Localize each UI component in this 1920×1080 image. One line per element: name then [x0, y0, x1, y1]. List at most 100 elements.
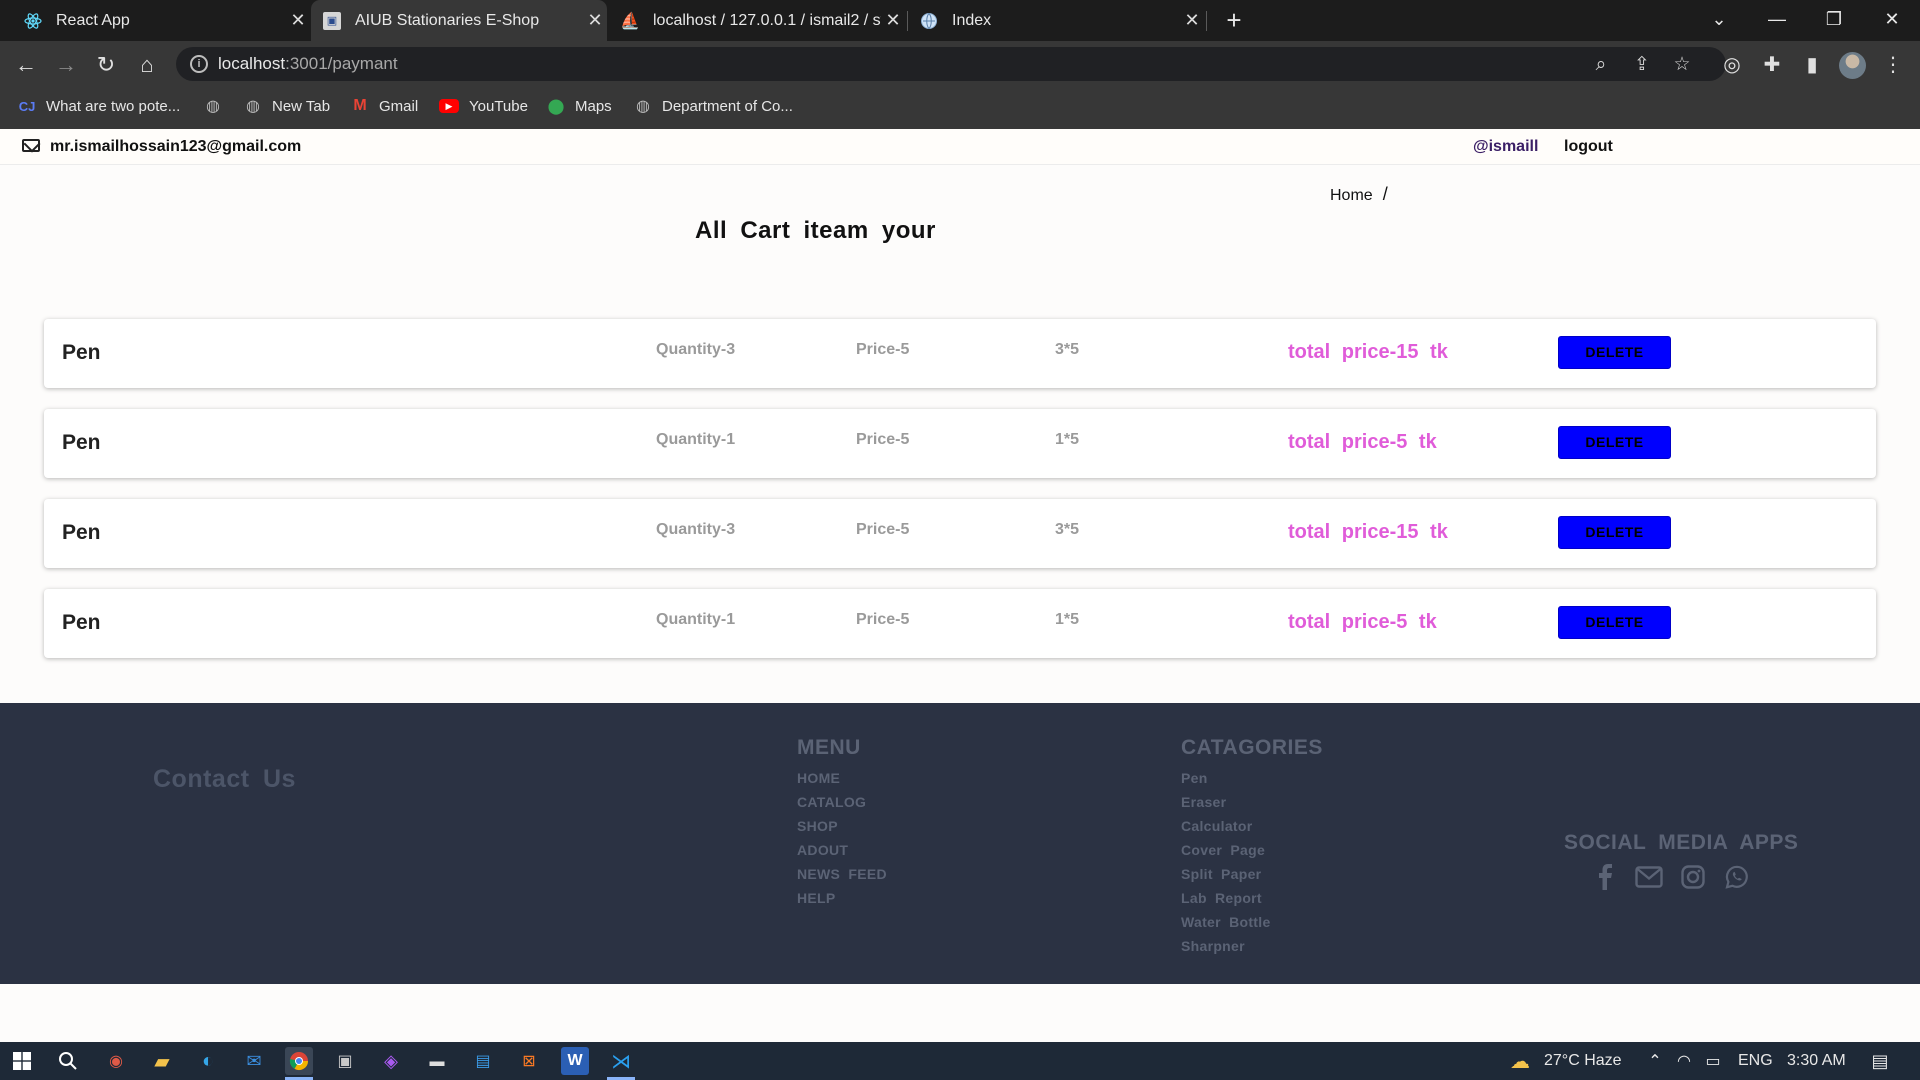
close-icon[interactable]: ✕: [286, 10, 310, 31]
globe-icon: [920, 12, 938, 30]
menu-item-catalog[interactable]: CATALOG: [797, 793, 887, 817]
window-close-icon[interactable]: ✕: [1864, 0, 1920, 41]
edge-icon[interactable]: ◐: [194, 1047, 222, 1075]
menu-item-home[interactable]: HOME: [797, 769, 887, 793]
menu-item-news-feed[interactable]: NEWS FEED: [797, 865, 887, 889]
tab-react-app[interactable]: React App ✕: [10, 0, 310, 41]
minimize-icon[interactable]: —: [1749, 0, 1805, 41]
category-item[interactable]: Calculator: [1181, 817, 1271, 841]
bookmark-item[interactable]: ◍: [204, 88, 232, 124]
delete-button[interactable]: DELETE: [1558, 516, 1671, 549]
bookmark-item[interactable]: CJ What are two pote...: [18, 88, 181, 124]
grammarly-icon[interactable]: ◎: [1716, 49, 1748, 81]
category-item[interactable]: Cover Page: [1181, 841, 1271, 865]
terminal-icon[interactable]: ▬: [423, 1047, 451, 1075]
reload-icon[interactable]: ↻: [90, 49, 122, 81]
messenger-icon[interactable]: ◈: [377, 1047, 405, 1075]
extensions-icon[interactable]: ✚: [1756, 49, 1788, 81]
item-quantity: Quantity-1: [656, 611, 736, 628]
logout-link[interactable]: logout: [1564, 138, 1613, 156]
weather-text[interactable]: 27°C Haze: [1544, 1052, 1622, 1070]
category-item[interactable]: Lab Report: [1181, 889, 1271, 913]
side-panel-icon[interactable]: ▮: [1796, 49, 1828, 81]
bookmark-item[interactable]: ⬤ Maps: [547, 88, 612, 124]
breadcrumb: Home /: [1330, 184, 1388, 205]
menu-item-about[interactable]: ADOUT: [797, 841, 887, 865]
game-launcher-icon[interactable]: ◉: [102, 1047, 130, 1075]
media-player-icon[interactable]: ▣: [331, 1047, 359, 1075]
cart-item: Pen Quantity-3 Price-5 3*5 total price-1…: [44, 319, 1876, 388]
search-icon[interactable]: [54, 1047, 82, 1075]
tab-title: localhost / 127.0.0.1 / ismail2 / sy: [653, 11, 881, 29]
forward-icon[interactable]: →: [50, 49, 82, 81]
social-icons: [1583, 862, 1759, 892]
battery-icon[interactable]: ▭: [1699, 1047, 1727, 1075]
profile-avatar[interactable]: [1839, 52, 1866, 79]
contact-email: mr.ismailhossain123@gmail.com: [50, 138, 302, 155]
bookmark-label: YouTube: [469, 97, 528, 115]
tab-search-icon[interactable]: ⌄: [1691, 0, 1747, 41]
address-bar[interactable]: i localhost:3001/paymant ⌕ ⇪ ☆: [176, 47, 1726, 81]
menu-item-shop[interactable]: SHOP: [797, 817, 887, 841]
windows-start-icon[interactable]: [8, 1047, 36, 1075]
category-item[interactable]: Eraser: [1181, 793, 1271, 817]
back-icon[interactable]: ←: [10, 49, 42, 81]
home-icon[interactable]: ⌂: [131, 49, 163, 81]
site-info-icon[interactable]: i: [190, 55, 208, 73]
item-formula: 3*5: [1055, 521, 1080, 538]
new-tab-button[interactable]: +: [1219, 6, 1249, 36]
instagram-icon[interactable]: [1671, 862, 1715, 892]
bookmark-item[interactable]: M Gmail: [351, 88, 418, 124]
menu-item-help[interactable]: HELP: [797, 889, 887, 913]
facebook-icon[interactable]: [1583, 862, 1627, 892]
url-host: localhost: [218, 54, 286, 73]
category-item[interactable]: Pen: [1181, 769, 1271, 793]
bookmark-item[interactable]: ◍ Department of Co...: [634, 88, 793, 124]
zoom-icon[interactable]: ⌕: [1588, 52, 1614, 78]
file-explorer-icon[interactable]: ▰: [148, 1047, 176, 1075]
envelope-icon[interactable]: [1627, 862, 1671, 892]
share-icon[interactable]: ⇪: [1629, 52, 1655, 78]
mail-icon[interactable]: ✉: [240, 1047, 268, 1075]
site-footer: Contact Us MENU HOME CATALOG SHOP ADOUT …: [0, 703, 1920, 984]
bookmark-item[interactable]: ◍ New Tab: [244, 88, 330, 124]
tab-aiub-eshop[interactable]: ▣ AIUB Stationaries E-Shop ✕: [311, 0, 607, 41]
chevron-up-icon[interactable]: ⌃: [1641, 1047, 1669, 1075]
word-icon[interactable]: W: [561, 1047, 589, 1075]
bookmark-item[interactable]: ▶ YouTube: [439, 88, 528, 124]
aiub-icon: ▣: [323, 11, 341, 30]
menu-icon[interactable]: ⋮: [1877, 49, 1909, 81]
category-item[interactable]: Sharpner: [1181, 937, 1271, 961]
category-item[interactable]: Split Paper: [1181, 865, 1271, 889]
item-quantity: Quantity-3: [656, 521, 736, 538]
weather-icon[interactable]: ☁: [1506, 1047, 1534, 1075]
delete-button[interactable]: DELETE: [1558, 606, 1671, 639]
delete-button[interactable]: DELETE: [1558, 426, 1671, 459]
tab-phpmyadmin[interactable]: ⛵ localhost / 127.0.0.1 / ismail2 / sy ✕: [609, 0, 905, 41]
maps-icon: ⬤: [547, 98, 565, 115]
globe-icon: ◍: [636, 98, 650, 115]
notification-icon[interactable]: ▤: [1866, 1047, 1894, 1075]
cj-icon: CJ: [18, 98, 36, 114]
chrome-icon[interactable]: [285, 1047, 313, 1075]
page-title: All Cart iteam your: [695, 217, 936, 244]
url-text[interactable]: localhost:3001/paymant: [218, 54, 398, 74]
close-icon[interactable]: ✕: [881, 10, 905, 31]
close-icon[interactable]: ✕: [1180, 10, 1204, 31]
category-item[interactable]: Water Bottle: [1181, 913, 1271, 937]
close-icon[interactable]: ✕: [583, 10, 607, 31]
star-icon[interactable]: ☆: [1669, 52, 1695, 78]
whatsapp-icon[interactable]: [1715, 862, 1759, 892]
tab-index[interactable]: Index ✕: [908, 0, 1204, 41]
user-handle-link[interactable]: @ismaill: [1473, 138, 1538, 156]
vscode-icon[interactable]: ⋊: [607, 1047, 635, 1075]
clock-time[interactable]: 3:30 AM: [1787, 1052, 1846, 1070]
xampp-icon[interactable]: ⊠: [515, 1047, 543, 1075]
delete-button[interactable]: DELETE: [1558, 336, 1671, 369]
bookmark-label: Maps: [575, 97, 612, 115]
wifi-icon[interactable]: ◠: [1670, 1047, 1698, 1075]
language-indicator[interactable]: ENG: [1738, 1052, 1773, 1070]
restore-icon[interactable]: ❐: [1806, 0, 1862, 41]
network-app-icon[interactable]: ▤: [469, 1047, 497, 1075]
breadcrumb-home[interactable]: Home: [1330, 187, 1373, 204]
